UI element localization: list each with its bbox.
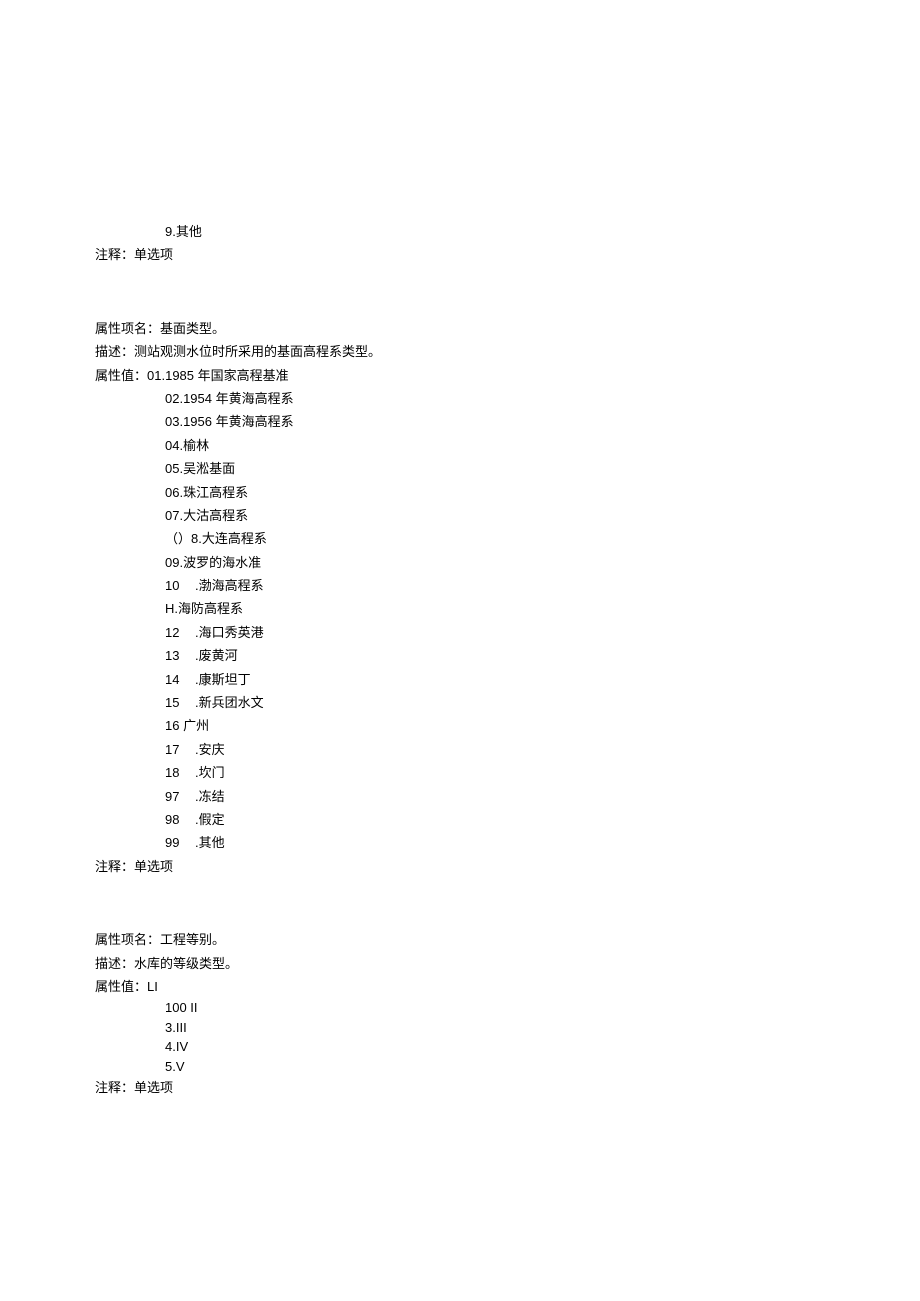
value-num: 99 xyxy=(165,831,195,854)
value-num: 13 xyxy=(165,644,195,667)
note-value: 单选项 xyxy=(134,859,173,874)
value-num: 15 xyxy=(165,691,195,714)
value-text: .海口秀英港 xyxy=(195,625,264,640)
note-label: 注释： xyxy=(95,1080,134,1095)
value-item: 100 II xyxy=(95,998,825,1018)
attr-name-value: 工程等别。 xyxy=(160,932,225,947)
desc-value: 水库的等级类型。 xyxy=(134,956,238,971)
value-item: （）8.大连高程系 xyxy=(95,527,825,550)
value-item: 9.其他 xyxy=(95,220,825,243)
value-item: 12.海口秀英港 xyxy=(95,621,825,644)
value-item: 18.坎门 xyxy=(95,761,825,784)
value-text: .坎门 xyxy=(195,765,225,780)
value-item: 3.III xyxy=(95,1018,825,1038)
section-datum-type: 属性项名：基面类型。 描述：测站观测水位时所采用的基面高程系类型。 属性值：01… xyxy=(95,317,825,878)
value-item: 04.榆林 xyxy=(95,434,825,457)
desc-line: 描述：水库的等级类型。 xyxy=(95,952,825,975)
value-text: .假定 xyxy=(195,812,225,827)
value-num: 12 xyxy=(165,621,195,644)
value-item: 15.新兵团水文 xyxy=(95,691,825,714)
value-num: 97 xyxy=(165,785,195,808)
value-item: 07.大沽高程系 xyxy=(95,504,825,527)
value-item: 97.冻结 xyxy=(95,785,825,808)
desc-value: 测站观测水位时所采用的基面高程系类型。 xyxy=(134,344,381,359)
value-item: 10.渤海高程系 xyxy=(95,574,825,597)
values-first-line: 属性值：LI xyxy=(95,975,825,998)
desc-label: 描述： xyxy=(95,956,134,971)
value-item: 01.1985 年国家高程基准 xyxy=(147,368,289,383)
roman-list: 100 II 3.III 4.IV 5.V xyxy=(95,998,825,1076)
attr-name-value: 基面类型。 xyxy=(160,321,225,336)
value-text: .渤海高程系 xyxy=(195,578,264,593)
value-num: 14 xyxy=(165,668,195,691)
values-first-line: 属性值：01.1985 年国家高程基准 xyxy=(95,364,825,387)
value-num: 10 xyxy=(165,574,195,597)
desc-label: 描述： xyxy=(95,344,134,359)
values-label: 属性值： xyxy=(95,368,147,383)
note-line: 注释：单选项 xyxy=(95,855,825,878)
note-line: 注释：单选项 xyxy=(95,1076,825,1099)
note-value: 单选项 xyxy=(134,247,173,262)
value-item: 16 广州 xyxy=(95,714,825,737)
value-item: 5.V xyxy=(95,1057,825,1077)
value-text: .废黄河 xyxy=(195,648,238,663)
attr-name-line: 属性项名：基面类型。 xyxy=(95,317,825,340)
section-project-grade: 属性项名：工程等别。 描述：水库的等级类型。 属性值：LI 100 II 3.I… xyxy=(95,928,825,1100)
value-item: 09.波罗的海水准 xyxy=(95,551,825,574)
value-item: 06.珠江高程系 xyxy=(95,481,825,504)
value-num: 98 xyxy=(165,808,195,831)
value-text: .新兵团水文 xyxy=(195,695,264,710)
value-text: .冻结 xyxy=(195,789,225,804)
value-item: 99.其他 xyxy=(95,831,825,854)
attr-name-label: 属性项名： xyxy=(95,321,160,336)
note-value: 单选项 xyxy=(134,1080,173,1095)
desc-line: 描述：测站观测水位时所采用的基面高程系类型。 xyxy=(95,340,825,363)
value-item: 14.康斯坦丁 xyxy=(95,668,825,691)
note-line: 注释：单选项 xyxy=(95,243,825,266)
attr-name-line: 属性项名：工程等别。 xyxy=(95,928,825,951)
value-text: .安庆 xyxy=(195,742,225,757)
value-item: LI xyxy=(147,979,158,994)
value-item: 13.废黄河 xyxy=(95,644,825,667)
value-item: 4.IV xyxy=(95,1037,825,1057)
value-item: 02.1954 年黄海高程系 xyxy=(95,387,825,410)
value-num: 17 xyxy=(165,738,195,761)
attr-name-label: 属性项名： xyxy=(95,932,160,947)
value-text: .其他 xyxy=(195,835,225,850)
note-label: 注释： xyxy=(95,859,134,874)
value-item: 03.1956 年黄海高程系 xyxy=(95,410,825,433)
values-label: 属性值： xyxy=(95,979,147,994)
note-label: 注释： xyxy=(95,247,134,262)
value-item: 98.假定 xyxy=(95,808,825,831)
value-text: .康斯坦丁 xyxy=(195,672,251,687)
value-item: 05.吴淞基面 xyxy=(95,457,825,480)
value-num: 18 xyxy=(165,761,195,784)
value-item: H.海防高程系 xyxy=(95,597,825,620)
value-item: 17.安庆 xyxy=(95,738,825,761)
section-tail: 9.其他 注释：单选项 xyxy=(95,220,825,267)
